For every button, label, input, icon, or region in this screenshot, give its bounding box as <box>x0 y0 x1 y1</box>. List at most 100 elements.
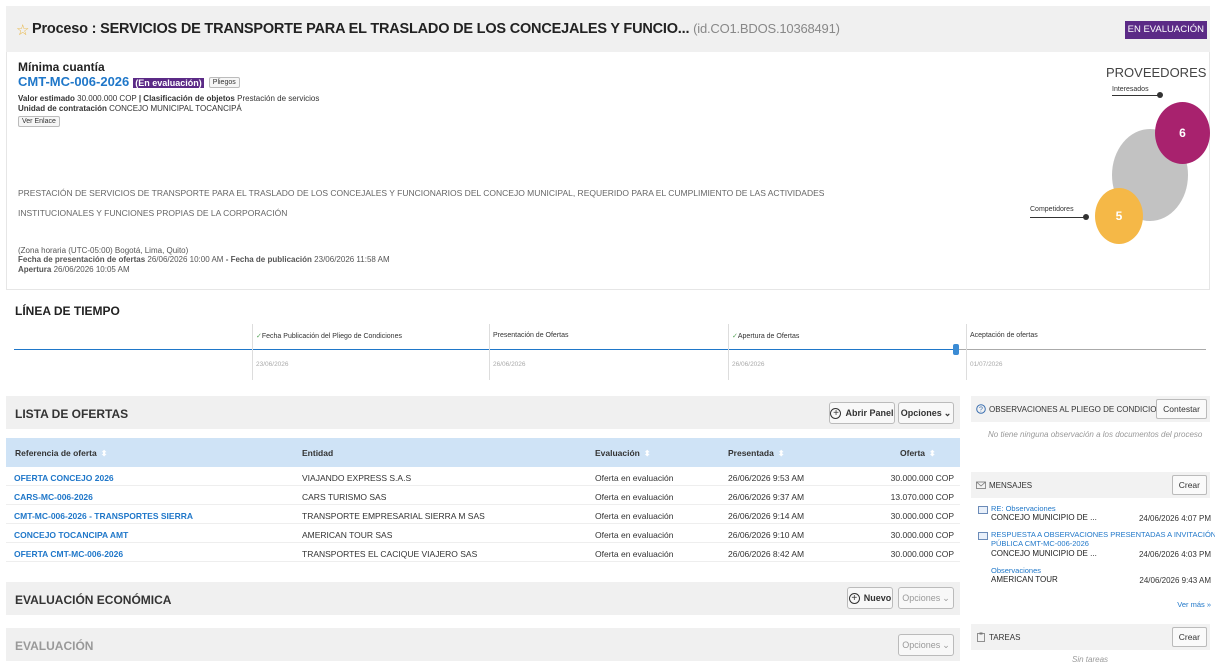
competidores-label: Competidores <box>1030 206 1074 213</box>
tareas-empty: Sin tareas <box>1072 655 1109 664</box>
entidad-cell: VIAJANDO EXPRESS S.A.S <box>302 473 412 483</box>
interesados-count: 6 <box>1179 126 1186 140</box>
competidores-bubble[interactable]: 5 <box>1095 188 1143 244</box>
contestar-button[interactable]: Contestar <box>1156 399 1207 419</box>
milestone-label: Aceptación de ofertas <box>970 332 1038 339</box>
oferta-cell: 30.000.000 COP <box>890 530 954 540</box>
ver-mas-link[interactable]: Ver más » <box>1177 600 1211 609</box>
mensajes-header: MENSAJES Crear <box>971 472 1210 498</box>
milestone-label: ✓Fecha Publicación del Pliego de Condici… <box>256 332 402 340</box>
ref-link[interactable]: OFERTA CONCEJO 2026 <box>14 473 114 483</box>
process-code-text[interactable]: CMT-MC-006-2026 <box>18 74 129 89</box>
col-presentada[interactable]: Presentada ⬍ <box>728 448 785 458</box>
table-row[interactable]: OFERTA CONCEJO 2026 VIAJANDO EXPRESS S.A… <box>6 468 960 486</box>
entidad-cell: TRANSPORTES EL CACIQUE VIAJERO SAS <box>302 549 478 559</box>
unidad-line: Unidad de contratación CONCEJO MUNICIPAL… <box>18 104 242 113</box>
col-label: Evaluación <box>595 448 640 458</box>
col-evaluacion[interactable]: Evaluación ⬍ <box>595 448 651 458</box>
plus-icon: + <box>830 407 842 419</box>
ref-link[interactable]: CMT-MC-006-2026 - TRANSPORTES SIERRA <box>14 511 193 521</box>
message-subject[interactable]: RESPUESTA A OBSERVACIONES PRESENTADAS A … <box>991 530 1215 539</box>
interesados-label: Interesados <box>1112 86 1149 93</box>
interesados-bubble[interactable]: 6 <box>1155 102 1210 164</box>
ver-enlace-button[interactable]: Ver Enlace <box>18 116 60 127</box>
fecha-presentacion-value: 26/06/2026 10:00 AM <box>147 255 224 264</box>
milestone-date: 26/06/2026 <box>732 361 765 368</box>
table-row[interactable]: OFERTA CMT-MC-006-2026 TRANSPORTES EL CA… <box>6 544 960 562</box>
process-title: Proceso : SERVICIOS DE TRANSPORTE PARA E… <box>32 21 840 37</box>
evaluacion-header: EVALUACIÓN Opciones ⌄ <box>6 628 960 661</box>
evaluacion-cell: Oferta en evaluación <box>595 473 674 483</box>
entidad-cell: TRANSPORTE EMPRESARIAL SIERRA M SAS <box>302 511 485 521</box>
message-subject-cont[interactable]: PÚBLICA CMT-MC-006-2026 <box>991 539 1089 548</box>
milestone-date: 01/07/2026 <box>970 361 1003 368</box>
opciones-button[interactable]: Opciones ⌄ <box>898 402 954 424</box>
table-row[interactable]: CARS-MC-006-2026 CARS TURISMO SAS Oferta… <box>6 487 960 505</box>
entidad-cell: CARS TURISMO SAS <box>302 492 387 502</box>
plus-icon: + <box>848 592 860 604</box>
nuevo-label: Nuevo <box>863 593 892 603</box>
evaluacion-cell: Oferta en evaluación <box>595 511 674 521</box>
clasificacion-value: Prestación de servicios <box>237 94 320 103</box>
question-icon: ? <box>976 404 986 414</box>
col-referencia[interactable]: Referencia de oferta ⬍ <box>15 448 107 458</box>
col-label: Referencia de oferta <box>15 448 97 458</box>
presentada-cell: 26/06/2026 9:37 AM <box>728 492 805 502</box>
nuevo-button[interactable]: + Nuevo <box>847 587 893 609</box>
apertura-label: Apertura <box>18 265 52 274</box>
process-header: ☆ Proceso : SERVICIOS DE TRANSPORTE PARA… <box>6 6 1210 52</box>
valor-label: Valor estimado <box>18 94 75 103</box>
milestone-label-text: Apertura de Ofertas <box>737 333 800 340</box>
col-oferta[interactable]: Oferta ⬍ <box>900 448 936 458</box>
observaciones-title: OBSERVACIONES AL PLIEGO DE CONDICIONES <box>989 405 1173 414</box>
milestone-presentacion: Presentación de Ofertas 26/06/2026 <box>489 324 725 380</box>
message-from: CONCEJO MUNICIPIO DE ... <box>991 549 1097 558</box>
pliegos-button[interactable]: Pliegos <box>208 77 240 88</box>
ofertas-section-header: LISTA DE OFERTAS + Abrir Panel Opciones ⌄ <box>6 396 960 429</box>
process-code: CMT-MC-006-2026 (En evaluación) Pliegos <box>18 74 240 89</box>
chevron-down-icon: ⌄ <box>943 407 952 418</box>
crear-tarea-button[interactable]: Crear <box>1171 627 1207 647</box>
milestone-label-text: Aceptación de ofertas <box>970 332 1038 339</box>
ver-enlace-wrap: Ver Enlace <box>18 116 60 127</box>
opciones-button[interactable]: Opciones ⌄ <box>898 587 954 609</box>
message-subject[interactable]: RE: Observaciones <box>991 504 1056 513</box>
crear-mensaje-button[interactable]: Crear <box>1171 475 1207 495</box>
message-subject[interactable]: Observaciones <box>991 566 1041 575</box>
competidores-dot <box>1083 214 1089 220</box>
sort-icon: ⬍ <box>100 449 108 458</box>
competidores-count: 5 <box>1115 209 1123 223</box>
oferta-cell: 30.000.000 COP <box>890 511 954 521</box>
status-badge: EN EVALUACIÓN <box>1124 21 1207 39</box>
mail-icon <box>976 481 986 489</box>
evaluacion-cell: Oferta en evaluación <box>595 492 674 502</box>
svg-text:?: ? <box>979 406 983 413</box>
star-icon[interactable]: ☆ <box>16 21 29 39</box>
ref-link[interactable]: OFERTA CMT-MC-006-2026 <box>14 549 123 559</box>
oferta-cell: 13.070.000 COP <box>890 492 954 502</box>
apertura-line: Apertura 26/06/2026 10:05 AM <box>18 265 130 274</box>
observaciones-empty: No tiene ninguna observación a los docum… <box>988 430 1203 439</box>
sort-icon: ⬍ <box>929 449 936 458</box>
envelope-icon <box>978 532 988 540</box>
sort-icon: ⬍ <box>643 449 651 458</box>
interesados-leader <box>1112 95 1160 96</box>
ref-link[interactable]: CARS-MC-006-2026 <box>14 492 93 502</box>
milestone-aceptacion: Aceptación de ofertas 01/07/2026 <box>966 324 1202 380</box>
presentada-cell: 26/06/2026 9:10 AM <box>728 530 805 540</box>
message-date: 24/06/2026 9:43 AM <box>1139 576 1211 585</box>
milestone-label-text: Fecha Publicación del Pliego de Condicio… <box>261 333 402 340</box>
message-from: AMERICAN TOUR <box>991 575 1058 584</box>
table-row[interactable]: CONCEJO TOCANCIPA AMT AMERICAN TOUR SAS … <box>6 525 960 543</box>
opciones-button[interactable]: Opciones ⌄ <box>898 634 954 656</box>
ofertas-title: LISTA DE OFERTAS <box>15 407 129 421</box>
milestone-label: ✓Apertura de Ofertas <box>732 332 799 340</box>
col-entidad[interactable]: Entidad <box>302 448 333 458</box>
table-row[interactable]: CMT-MC-006-2026 - TRANSPORTES SIERRA TRA… <box>6 506 960 524</box>
envelope-icon <box>978 506 988 514</box>
abrir-panel-button[interactable]: + Abrir Panel <box>829 402 895 424</box>
ref-link[interactable]: CONCEJO TOCANCIPA AMT <box>14 530 128 540</box>
competidores-leader <box>1030 217 1087 218</box>
oferta-cell: 30.000.000 COP <box>890 473 954 483</box>
summary-card: Mínima cuantía CMT-MC-006-2026 (En evalua… <box>6 52 1210 290</box>
